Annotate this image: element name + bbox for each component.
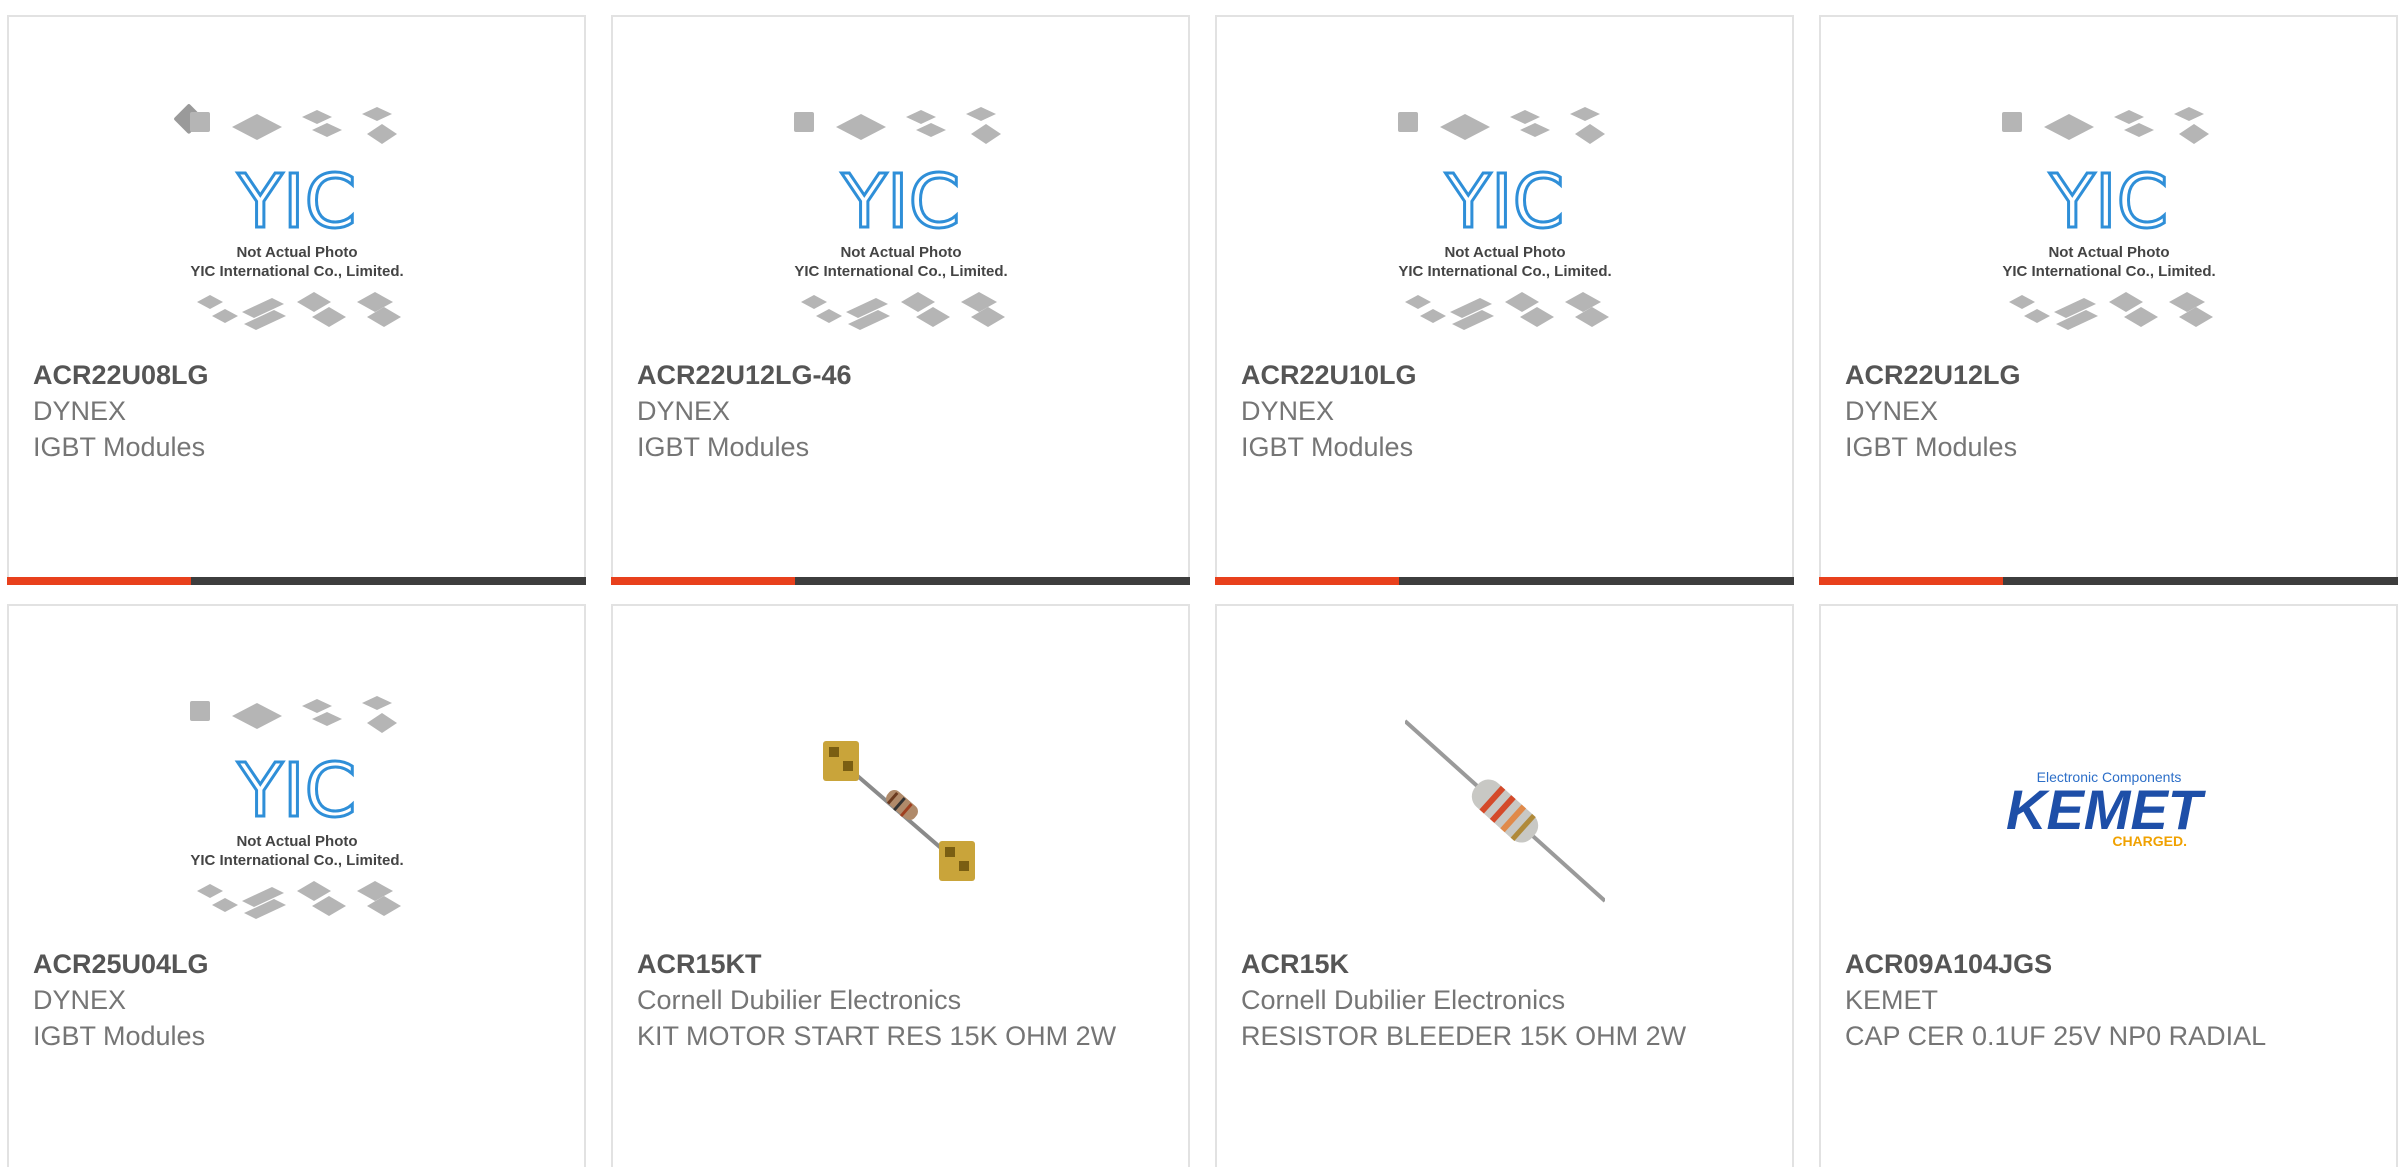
product-card[interactable]: ACR15KT Cornell Dubilier Electronics KIT… bbox=[611, 604, 1190, 1167]
svg-text:YIC International Co., Limited: YIC International Co., Limited. bbox=[1398, 263, 1611, 280]
product-description: IGBT Modules bbox=[637, 432, 810, 462]
svg-text:YIC: YIC bbox=[840, 159, 960, 245]
kemet-logo: Electronic Components KEMET CHARGED. bbox=[2006, 769, 2207, 849]
svg-text:CHARGED.: CHARGED. bbox=[2112, 833, 2187, 849]
svg-text:Not Actual Photo: Not Actual Photo bbox=[1444, 244, 1565, 261]
card-bottom-bar bbox=[7, 577, 586, 585]
product-image: YIC Not Actual Photo YIC International C… bbox=[9, 97, 584, 347]
product-description: IGBT Modules bbox=[1845, 432, 2018, 462]
svg-text:YIC International Co., Limited: YIC International Co., Limited. bbox=[2002, 263, 2215, 280]
svg-text:Not Actual Photo: Not Actual Photo bbox=[840, 244, 961, 261]
manufacturer-name: Cornell Dubilier Electronics bbox=[637, 985, 962, 1015]
product-image bbox=[1217, 686, 1792, 936]
yic-placeholder-image: YIC Not Actual Photo YIC International C… bbox=[1397, 107, 1611, 330]
yic-placeholder-image: YIC Not Actual Photo YIC International C… bbox=[189, 696, 403, 919]
part-number-link[interactable]: ACR25U04LG bbox=[33, 946, 560, 982]
product-image: YIC Not Actual Photo YIC International C… bbox=[1217, 97, 1792, 347]
yic-placeholder-image: YIC Not Actual Photo YIC International C… bbox=[173, 104, 403, 330]
svg-text:KEMET: KEMET bbox=[2006, 778, 2207, 841]
svg-text:YIC: YIC bbox=[236, 748, 356, 834]
product-card[interactable]: ACR15K Cornell Dubilier Electronics RESI… bbox=[1215, 604, 1794, 1167]
manufacturer-name: Cornell Dubilier Electronics bbox=[1241, 985, 1566, 1015]
product-image: Electronic Components KEMET CHARGED. bbox=[1821, 686, 2396, 936]
svg-text:YIC: YIC bbox=[236, 159, 356, 245]
product-card[interactable]: YIC Not Actual Photo YIC International C… bbox=[7, 15, 586, 585]
card-bottom-bar bbox=[611, 577, 1190, 585]
manufacturer-name: DYNEX bbox=[33, 985, 127, 1015]
product-description: KIT MOTOR START RES 15K OHM 2W bbox=[637, 1021, 1117, 1051]
product-grid: YIC Not Actual Photo YIC International C… bbox=[0, 0, 2400, 1167]
svg-text:Not Actual Photo: Not Actual Photo bbox=[236, 244, 357, 261]
yic-placeholder-image: YIC Not Actual Photo YIC International C… bbox=[2001, 107, 2215, 330]
product-image: YIC Not Actual Photo YIC International C… bbox=[613, 97, 1188, 347]
part-number-link[interactable]: ACR22U12LG bbox=[1845, 357, 2372, 393]
part-number-link[interactable]: ACR22U10LG bbox=[1241, 357, 1768, 393]
product-image bbox=[613, 686, 1188, 936]
product-card[interactable]: Electronic Components KEMET CHARGED. ACR… bbox=[1819, 604, 2398, 1167]
card-bottom-bar bbox=[1819, 577, 2398, 585]
svg-text:YIC International Co., Limited: YIC International Co., Limited. bbox=[190, 852, 403, 869]
manufacturer-name: KEMET bbox=[1845, 985, 1939, 1015]
product-card[interactable]: YIC Not Actual Photo YIC International C… bbox=[1215, 15, 1794, 585]
svg-text:YIC: YIC bbox=[2048, 159, 2168, 245]
product-image: YIC Not Actual Photo YIC International C… bbox=[9, 686, 584, 936]
part-number-link[interactable]: ACR09A104JGS bbox=[1845, 946, 2372, 982]
resistor-photo bbox=[1404, 719, 1605, 903]
resistor-kit-photo bbox=[822, 741, 975, 881]
manufacturer-name: DYNEX bbox=[1241, 396, 1335, 426]
manufacturer-name: DYNEX bbox=[33, 396, 127, 426]
product-description: IGBT Modules bbox=[1241, 432, 1414, 462]
manufacturer-name: DYNEX bbox=[637, 396, 731, 426]
card-bottom-bar bbox=[1215, 577, 1794, 585]
part-number-link[interactable]: ACR15K bbox=[1241, 946, 1768, 982]
product-card[interactable]: YIC Not Actual Photo YIC International C… bbox=[1819, 15, 2398, 585]
yic-placeholder-image: YIC Not Actual Photo YIC International C… bbox=[793, 107, 1007, 330]
svg-text:YIC International Co., Limited: YIC International Co., Limited. bbox=[190, 263, 403, 280]
part-number-link[interactable]: ACR22U12LG-46 bbox=[637, 357, 1164, 393]
svg-text:YIC: YIC bbox=[1444, 159, 1564, 245]
product-description: RESISTOR BLEEDER 15K OHM 2W bbox=[1241, 1021, 1687, 1051]
manufacturer-name: DYNEX bbox=[1845, 396, 1939, 426]
svg-text:YIC International Co., Limited: YIC International Co., Limited. bbox=[794, 263, 1007, 280]
part-number-link[interactable]: ACR15KT bbox=[637, 946, 1164, 982]
product-image: YIC Not Actual Photo YIC International C… bbox=[1821, 97, 2396, 347]
product-description: IGBT Modules bbox=[33, 432, 206, 462]
product-card[interactable]: YIC Not Actual Photo YIC International C… bbox=[7, 604, 586, 1167]
product-description: IGBT Modules bbox=[33, 1021, 206, 1051]
svg-text:Not Actual Photo: Not Actual Photo bbox=[236, 833, 357, 850]
part-number-link[interactable]: ACR22U08LG bbox=[33, 357, 560, 393]
svg-text:Not Actual Photo: Not Actual Photo bbox=[2048, 244, 2169, 261]
product-card[interactable]: YIC Not Actual Photo YIC International C… bbox=[611, 15, 1190, 585]
product-description: CAP CER 0.1UF 25V NP0 RADIAL bbox=[1845, 1021, 2267, 1051]
